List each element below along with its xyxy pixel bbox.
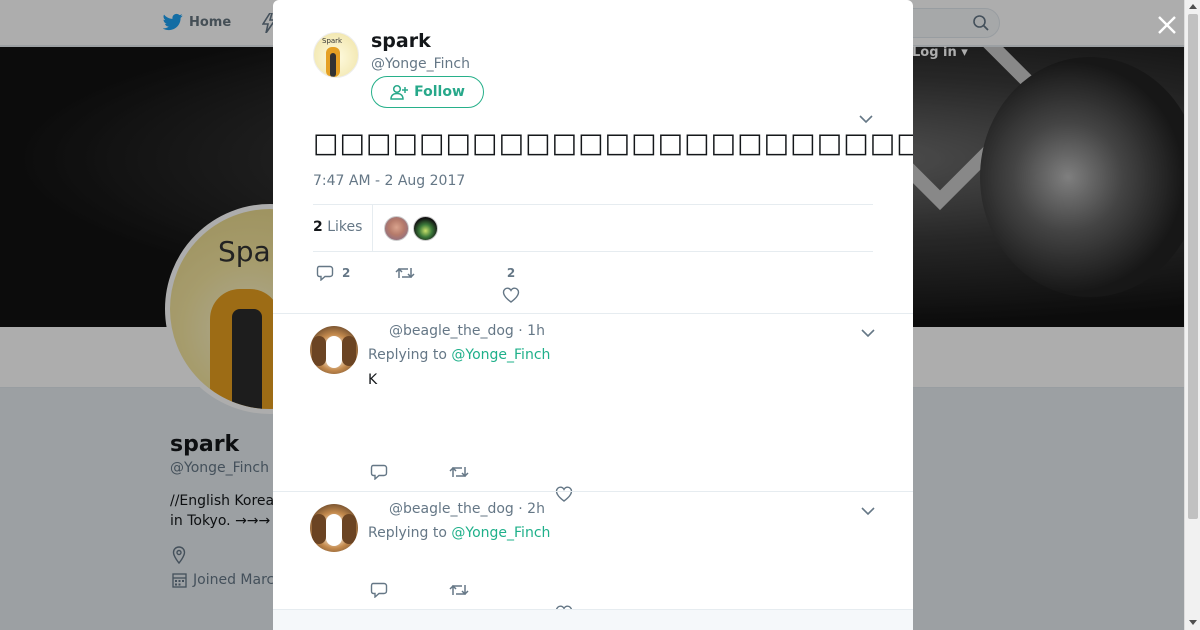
author-name[interactable]: spark [371, 30, 431, 52]
replying-to-label: Replying to [368, 347, 447, 363]
reply-tweet[interactable]: @beagle_the_dog · 2h Replying to @Yonge_… [273, 492, 913, 621]
chevron-down-icon[interactable] [861, 328, 875, 338]
reply-icon[interactable] [370, 582, 388, 598]
reply-meta: @beagle_the_dog · 2h [389, 501, 545, 517]
chevron-down-icon[interactable] [861, 506, 875, 516]
tweet-permalink-modal: Spark spark @Yonge_Finch Follow □□□□□□□□… [273, 0, 913, 630]
reply-text: K [368, 372, 378, 388]
reply-time[interactable]: 2h [527, 501, 545, 517]
replying-to-link[interactable]: @Yonge_Finch [451, 347, 550, 363]
tweet-actions: 2 2 [313, 258, 873, 308]
reply-avatar[interactable] [310, 504, 358, 552]
replying-to: Replying to @Yonge_Finch [368, 347, 550, 363]
like-button[interactable]: 2 [502, 266, 520, 303]
follow-label: Follow [414, 84, 465, 100]
liker-avatar[interactable] [413, 216, 438, 241]
page-scrollbar[interactable] [1184, 0, 1200, 630]
author-avatar[interactable]: Spark [313, 32, 359, 78]
like-count: 2 [506, 266, 516, 280]
close-icon[interactable] [1154, 12, 1180, 38]
more-replies-strip [273, 610, 913, 630]
add-user-icon [390, 84, 409, 100]
likes-label: Likes [327, 219, 363, 235]
retweet-icon[interactable] [449, 582, 469, 598]
author-avatar-text: Spark [322, 37, 343, 45]
replying-to-label: Replying to [368, 525, 447, 541]
reply-count: 2 [342, 266, 351, 280]
tweet-stats: 2 Likes [313, 204, 873, 252]
follow-button[interactable]: Follow [371, 76, 484, 108]
tweet-text: □□□□□□□□□□□□□□□□□□□□□□□□□□□□□□□□□ [313, 128, 913, 159]
likes-number: 2 [313, 219, 323, 235]
chevron-down-icon[interactable] [859, 114, 873, 124]
liker-avatar[interactable] [384, 216, 409, 241]
reply-button[interactable]: 2 [316, 265, 350, 281]
reply-time[interactable]: 1h [527, 323, 545, 339]
retweet-icon [395, 267, 415, 279]
reply-tweet[interactable]: @beagle_the_dog · 1h Replying to @Yonge_… [273, 314, 913, 502]
retweet-icon[interactable] [449, 464, 469, 480]
replying-to: Replying to @Yonge_Finch [368, 525, 550, 541]
heart-icon [502, 287, 520, 303]
reply-handle[interactable]: @beagle_the_dog [389, 323, 514, 339]
reply-meta: @beagle_the_dog · 1h [389, 323, 545, 339]
reply-handle[interactable]: @beagle_the_dog [389, 501, 514, 517]
likes-count[interactable]: 2 Likes [313, 219, 362, 235]
retweet-button[interactable] [395, 265, 423, 281]
tweet-timestamp[interactable]: 7:47 AM - 2 Aug 2017 [313, 173, 465, 189]
reply-icon [316, 265, 334, 281]
reply-icon[interactable] [370, 464, 388, 480]
author-handle[interactable]: @Yonge_Finch [371, 56, 470, 72]
reply-avatar[interactable] [310, 326, 358, 374]
replying-to-link[interactable]: @Yonge_Finch [451, 525, 550, 541]
